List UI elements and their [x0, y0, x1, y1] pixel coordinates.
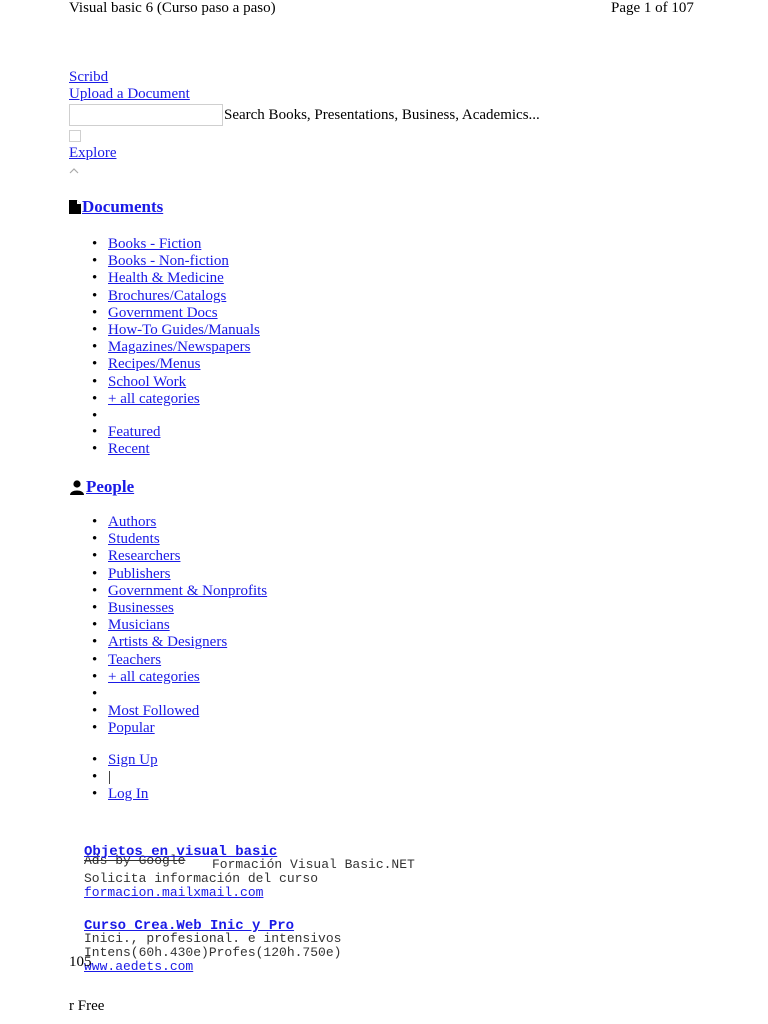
people-musicians[interactable]: Musicians: [108, 617, 170, 633]
documents-categories-list: • Books - Fiction • Books - Non-fiction • H…: [69, 236, 260, 425]
page-number: 105: [69, 954, 92, 970]
list-item: • Researchers: [92, 548, 181, 565]
ad1-line1: Formación Visual Basic.NET: [212, 857, 415, 872]
list-item: • Most Followed: [92, 703, 200, 719]
account-list: • Sign Up • | • Log In: [69, 752, 158, 804]
category-books-fiction[interactable]: Books - Fiction: [108, 236, 201, 252]
separator: |: [108, 769, 112, 786]
person-icon: [70, 479, 84, 495]
explore-link[interactable]: Explore: [69, 145, 116, 162]
people-all-categories[interactable]: + all categories: [108, 669, 200, 685]
list-item: • Students: [92, 531, 160, 548]
list-item-empty: •: [92, 685, 98, 702]
category-health-medicine[interactable]: Health & Medicine: [108, 270, 224, 286]
list-item: • Books - Fiction: [92, 236, 202, 252]
documents-heading: Documents: [69, 197, 163, 217]
document-icon: [69, 200, 81, 214]
featured-link[interactable]: Featured: [108, 424, 160, 440]
list-item: • Government & Nonprofits: [92, 582, 268, 599]
list-item: • School Work: [92, 373, 187, 390]
category-magazines[interactable]: Magazines/Newspapers: [108, 339, 250, 355]
list-item: • + all categories: [92, 390, 200, 407]
most-followed-link[interactable]: Most Followed: [108, 703, 199, 719]
list-item: • Businesses: [92, 599, 174, 616]
people-government-nonprofits[interactable]: Government & Nonprofits: [108, 583, 267, 599]
ad2-line2: Intens(60h.430e)Profes(120h.750e): [84, 945, 342, 960]
people-categories-list: • Authors • Students • Researchers • Publish…: [69, 514, 267, 703]
page-indicator: Page 1 of 107: [611, 0, 694, 16]
list-item: • Artists & Designers: [92, 634, 228, 651]
category-school-work[interactable]: School Work: [108, 374, 186, 390]
list-item-empty: •: [92, 407, 98, 424]
people-researchers[interactable]: Researchers: [108, 548, 180, 564]
people-publishers[interactable]: Publishers: [108, 566, 171, 582]
category-brochures[interactable]: Brochures/Catalogs: [108, 288, 226, 304]
log-in-link[interactable]: Log In: [108, 786, 148, 802]
list-item: • Musicians: [92, 617, 170, 634]
search-input[interactable]: [69, 104, 223, 126]
list-item: • Log In: [92, 786, 149, 803]
people-teachers[interactable]: Teachers: [108, 652, 161, 668]
ad2-line1: Inici., profesional. e intensivos: [84, 931, 342, 946]
category-government-docs[interactable]: Government Docs: [108, 305, 218, 321]
footer-text: r Free: [69, 998, 105, 1014]
list-item: • Featured: [92, 424, 161, 440]
category-books-nonfiction[interactable]: Books - Non-fiction: [108, 253, 229, 269]
list-item: • Authors: [92, 514, 157, 530]
recent-link[interactable]: Recent: [108, 441, 150, 457]
people-link[interactable]: People: [86, 477, 134, 497]
list-item: • Government Docs: [92, 304, 218, 321]
people-extra-list: • Most Followed • Popular: [69, 703, 199, 737]
list-item: • Sign Up: [92, 752, 158, 768]
list-item: • Health & Medicine: [92, 270, 224, 287]
category-all-documents[interactable]: + all categories: [108, 391, 200, 407]
search-checkbox[interactable]: [69, 130, 81, 142]
category-recipes[interactable]: Recipes/Menus: [108, 356, 200, 372]
upload-document-link[interactable]: Upload a Document: [69, 86, 190, 103]
ad1-line2: Solicita información del curso: [84, 871, 319, 886]
list-item: • How-To Guides/Manuals: [92, 321, 260, 338]
list-item: • Recent: [92, 441, 150, 458]
people-businesses[interactable]: Businesses: [108, 600, 174, 616]
people-authors[interactable]: Authors: [108, 514, 156, 530]
search-hint: Search Books, Presentations, Business, A…: [224, 106, 540, 123]
list-item: • Popular: [92, 720, 155, 737]
list-item: • Brochures/Catalogs: [92, 287, 227, 304]
people-heading: People: [69, 477, 134, 497]
scribd-link[interactable]: Scribd: [69, 69, 108, 86]
list-item: • Books - Non-fiction: [92, 253, 229, 270]
ad1-url-link[interactable]: formacion.mailxmail.com: [84, 886, 263, 900]
people-students[interactable]: Students: [108, 531, 160, 547]
list-item: • Magazines/Newspapers: [92, 339, 251, 356]
list-item: • Teachers: [92, 651, 162, 668]
category-howto-guides[interactable]: How-To Guides/Manuals: [108, 322, 260, 338]
document-title: Visual basic 6 (Curso paso a paso): [69, 0, 276, 16]
documents-link[interactable]: Documents: [82, 197, 163, 217]
documents-extra-list: • Featured • Recent: [69, 424, 160, 458]
popular-link[interactable]: Popular: [108, 720, 155, 736]
sign-up-link[interactable]: Sign Up: [108, 752, 158, 768]
list-item: • + all categories: [92, 668, 200, 685]
arrow-icon: [69, 168, 79, 174]
list-item: • |: [92, 769, 112, 786]
list-item: • Recipes/Menus: [92, 356, 201, 373]
ad2-url-link[interactable]: www.aedets.com: [84, 960, 193, 974]
search-bar: Search Books, Presentations, Business, A…: [69, 104, 540, 126]
list-item: • Publishers: [92, 565, 171, 582]
people-artists-designers[interactable]: Artists & Designers: [108, 634, 227, 650]
